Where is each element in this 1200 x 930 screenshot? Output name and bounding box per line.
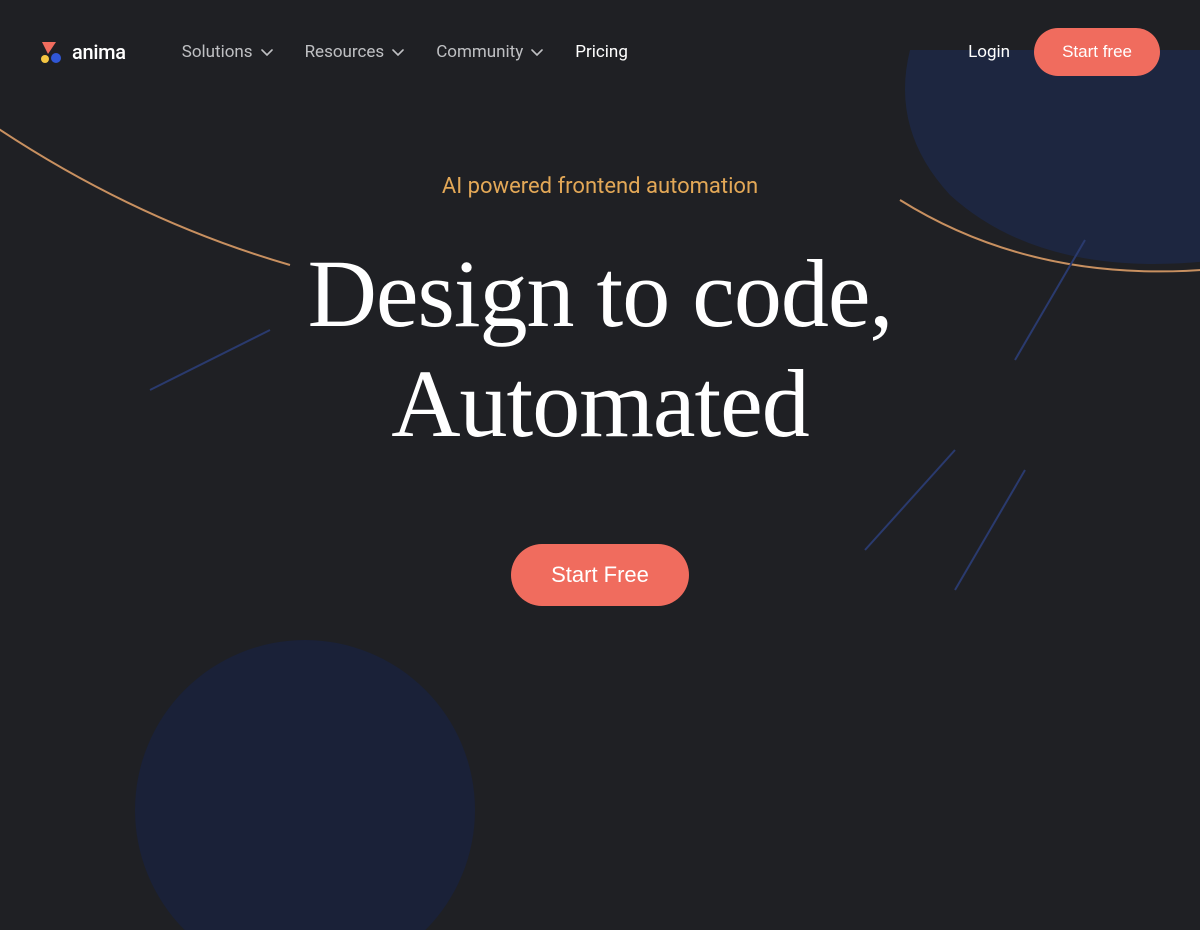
start-free-button[interactable]: Start free	[1034, 28, 1160, 76]
hero-title-line1: Design to code,	[308, 240, 893, 347]
nav-right-group: Login Start free	[968, 28, 1160, 76]
decor-circle-bottom-left	[135, 590, 475, 930]
nav-label: Resources	[305, 42, 385, 62]
login-link[interactable]: Login	[968, 42, 1010, 62]
chevron-down-icon	[261, 49, 273, 56]
hero-title: Design to code, Automated	[308, 239, 893, 460]
nav-item-resources[interactable]: Resources	[305, 42, 405, 62]
hero-section: AI powered frontend automation Design to…	[0, 104, 1200, 606]
nav-item-solutions[interactable]: Solutions	[182, 42, 273, 62]
chevron-down-icon	[531, 49, 543, 56]
nav-left-group: anima Solutions Resources Community Pric…	[40, 40, 628, 64]
hero-eyebrow: AI powered frontend automation	[442, 174, 758, 199]
nav-label: Solutions	[182, 42, 253, 62]
brand-logo[interactable]: anima	[40, 40, 126, 64]
chevron-down-icon	[392, 49, 404, 56]
nav-item-pricing[interactable]: Pricing	[575, 42, 628, 62]
nav-label: Pricing	[575, 42, 628, 62]
nav-menu: Solutions Resources Community Pricing	[182, 42, 628, 62]
main-nav: anima Solutions Resources Community Pric…	[0, 0, 1200, 104]
hero-title-line2: Automated	[391, 350, 809, 457]
brand-name: anima	[72, 40, 126, 64]
hero-cta-button[interactable]: Start Free	[511, 544, 689, 606]
nav-item-community[interactable]: Community	[436, 42, 543, 62]
nav-label: Community	[436, 42, 523, 62]
brand-logo-icon	[40, 40, 64, 64]
